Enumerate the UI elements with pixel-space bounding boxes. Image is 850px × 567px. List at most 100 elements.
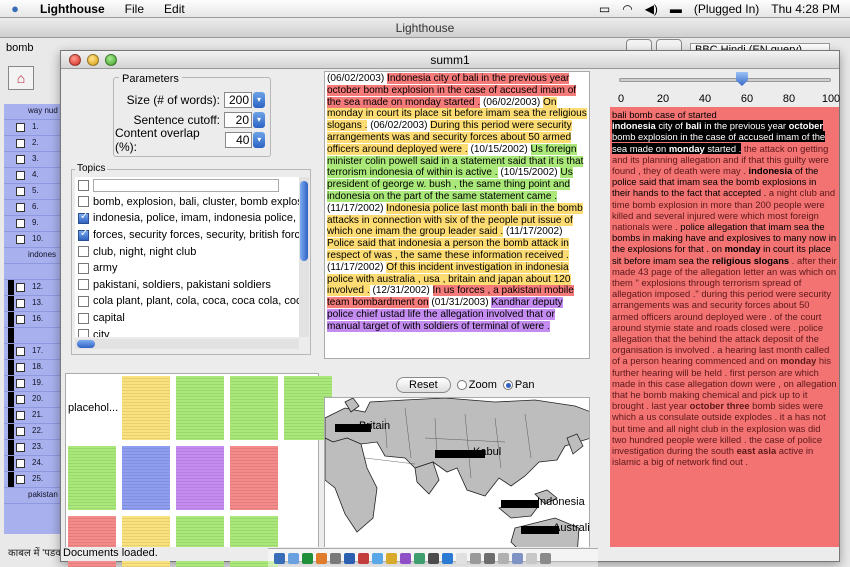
list-item[interactable]: 1. [4,120,60,136]
wifi-icon[interactable]: ◠ [622,2,632,16]
close-button[interactable] [69,54,81,66]
list-item-checkbox[interactable] [16,347,25,356]
battery-status[interactable]: (Plugged In) [694,2,759,16]
dock-app-icon[interactable] [316,552,327,564]
pan-radio-icon[interactable] [502,380,513,391]
summary-sentence[interactable]: Police said that indonesia a person the … [327,238,569,261]
dock-app-icon[interactable] [302,552,313,564]
list-item[interactable]: 25. [4,472,60,488]
list-item-checkbox[interactable] [16,171,25,180]
topic-checkbox[interactable] [78,211,89,224]
menu-clock[interactable]: Thu 4:28 PM [771,2,840,16]
document-thumbnail[interactable] [230,376,278,440]
list-item-checkbox[interactable] [16,123,25,132]
list-item-checkbox[interactable] [16,235,25,244]
document-thumbnail[interactable] [176,376,224,440]
list-item-checkbox[interactable] [16,475,25,484]
scroll-thumb[interactable] [300,181,308,261]
list-item[interactable] [4,264,60,280]
zoom-radio[interactable]: Zoom [456,379,497,391]
list-item-checkbox[interactable] [16,363,25,372]
topic-checkbox[interactable] [78,228,89,241]
dock-app-icon[interactable] [372,552,383,564]
dock-app-icon[interactable] [400,552,411,564]
topics-vertical-scrollbar[interactable] [299,177,309,337]
topic-checkbox[interactable] [78,179,89,191]
dock-app-icon[interactable] [442,552,453,564]
list-item[interactable]: 4. [4,168,60,184]
map-marker[interactable] [501,500,539,508]
dock-app-icon[interactable] [428,552,439,564]
dock-app-icon[interactable] [484,552,495,564]
battery-icon[interactable]: ▬ [670,2,682,16]
list-item-checkbox[interactable] [16,283,25,292]
topic-checkbox[interactable] [78,329,89,337]
menu-app-name[interactable]: Lighthouse [30,2,115,16]
list-item[interactable]: 10. [4,232,60,248]
dock-app-icon[interactable] [386,552,397,564]
reset-button[interactable]: Reset [396,377,451,393]
list-item[interactable]: 9. [4,216,60,232]
dock-app-icon[interactable] [456,552,467,564]
dock-app-icon[interactable] [540,552,551,564]
topic-item[interactable]: indonesia, police, imam, indonesia polic… [75,210,299,227]
dock-app-icon[interactable] [512,552,523,564]
list-item-checkbox[interactable] [16,427,25,436]
list-item-checkbox[interactable] [16,443,25,452]
list-item-checkbox[interactable] [16,187,25,196]
list-item[interactable]: 21. [4,408,60,424]
cutoff-stepper-icon[interactable]: ▾ [253,112,265,128]
topic-checkbox[interactable] [78,312,89,324]
list-item[interactable]: pakistan [4,488,60,504]
dock-app-icon[interactable] [498,552,509,564]
document-thumbnail[interactable] [122,446,170,510]
topic-checkbox[interactable] [78,295,89,307]
dock-app-icon[interactable] [414,552,425,564]
topic-filter-input[interactable] [93,178,279,192]
menu-file[interactable]: File [115,2,154,16]
size-stepper-icon[interactable]: ▾ [253,92,265,108]
slider-knob[interactable] [735,72,748,86]
overlap-stepper-icon[interactable]: ▾ [253,132,265,148]
volume-icon[interactable]: ◀) [645,2,658,16]
pan-radio[interactable]: Pan [502,379,534,391]
topic-checkbox[interactable] [78,246,89,258]
list-item-checkbox[interactable] [16,155,25,164]
topics-horizontal-scrollbar[interactable] [75,339,299,349]
topic-item[interactable]: club, night, night club [75,243,299,260]
minimize-button[interactable] [87,54,99,66]
list-item[interactable]: way nud [4,104,60,120]
dock-app-icon[interactable] [330,552,341,564]
list-item-checkbox[interactable] [16,299,25,308]
document-thumbnail[interactable] [176,446,224,510]
scroll-thumb[interactable] [77,340,95,348]
list-item[interactable]: 5. [4,184,60,200]
list-item-checkbox[interactable] [16,395,25,404]
apple-menu-icon[interactable]: ● [0,1,30,16]
zoom-button[interactable] [105,54,117,66]
cutoff-input[interactable]: 20 [224,112,252,128]
topic-item[interactable]: bomb, explosion, bali, cluster, bomb exp… [75,194,299,211]
dock-app-icon[interactable] [470,552,481,564]
list-item[interactable]: 23. [4,440,60,456]
topic-checkbox[interactable] [78,279,89,291]
dock-app-icon[interactable] [344,552,355,564]
dock-app-icon[interactable] [526,552,537,564]
dock-app-icon[interactable] [288,552,299,564]
list-item-checkbox[interactable] [16,203,25,212]
topic-checkbox[interactable] [78,196,89,208]
topic-checkbox[interactable] [78,262,89,274]
list-item[interactable]: 3. [4,152,60,168]
topic-item[interactable]: army [75,260,299,277]
menu-edit[interactable]: Edit [154,2,195,16]
size-input[interactable]: 200 [224,92,252,108]
list-item[interactable] [4,328,60,344]
list-item-checkbox[interactable] [16,139,25,148]
list-item[interactable]: 6. [4,200,60,216]
topic-item[interactable]: pakistani, soldiers, pakistani soldiers [75,277,299,294]
dock-app-icon[interactable] [274,552,285,564]
list-item[interactable]: 19. [4,376,60,392]
zoom-radio-icon[interactable] [456,380,467,391]
overlap-input[interactable]: 40 [225,132,253,148]
topic-item[interactable]: capital [75,310,299,327]
